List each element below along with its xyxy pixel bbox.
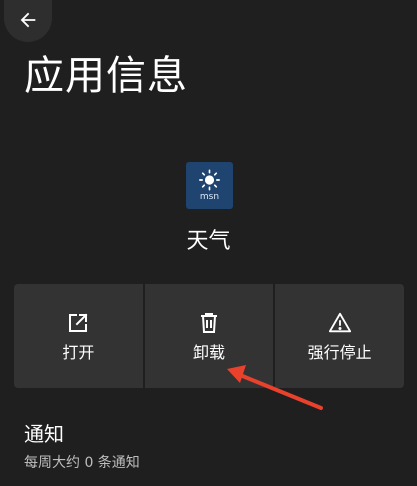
force-stop-button-label: 强行停止 — [307, 343, 372, 362]
app-icon-label: msn — [199, 192, 220, 202]
app-name: 天气 — [186, 229, 231, 254]
back-button[interactable] — [4, 0, 52, 42]
uninstall-button-label: 卸载 — [193, 343, 226, 362]
page-title: 应用信息 — [24, 53, 188, 99]
arrow-left-icon — [20, 12, 36, 28]
app-icon: msn — [186, 162, 233, 209]
uninstall-button[interactable]: 卸载 — [144, 284, 274, 388]
sun-icon — [199, 169, 220, 191]
notifications-summary: 每周大约 0 条通知 — [24, 455, 140, 471]
open-external-icon — [66, 311, 90, 335]
trash-icon — [197, 311, 221, 335]
warning-icon — [328, 311, 352, 335]
notifications-title[interactable]: 通知 — [24, 421, 64, 447]
action-button-row: 打开 卸载 强行停止 — [14, 284, 405, 388]
open-button[interactable]: 打开 — [14, 284, 143, 388]
force-stop-button[interactable]: 强行停止 — [275, 284, 405, 388]
open-button-label: 打开 — [62, 343, 95, 362]
